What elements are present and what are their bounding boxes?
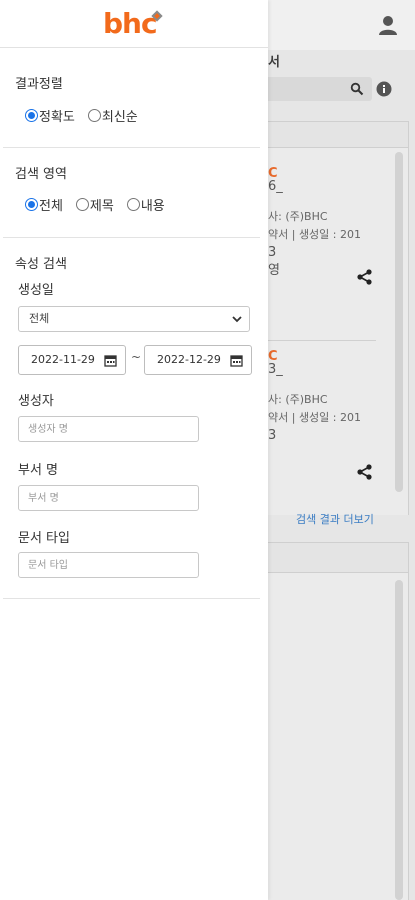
- calendar-icon[interactable]: [104, 354, 117, 367]
- results-panel-header: [268, 122, 408, 148]
- area-option-label: 제목: [89, 199, 114, 214]
- user-icon[interactable]: [377, 14, 399, 36]
- doctype-input[interactable]: [18, 552, 199, 578]
- sort-option-label: 최신순: [101, 110, 138, 125]
- result-card[interactable]: C 6_ 사: (주)BHC 약서 | 생성일 : 201 3 영: [268, 166, 378, 280]
- filter-drawer: bhc 결과정렬 정확도 최신순 검색 영역 전체 제목 내용 속성 검색 생성…: [0, 0, 268, 900]
- date-from-value: 2022-11-29: [31, 353, 95, 366]
- result-card[interactable]: C 3_ 사: (주)BHC 약서 | 생성일 : 201 3: [268, 349, 378, 445]
- date-to-field[interactable]: 2022-12-29: [144, 345, 252, 375]
- sort-option-label: 정확도: [39, 110, 75, 125]
- attr-section-title: 속성 검색: [15, 257, 67, 272]
- area-option-title[interactable]: 제목: [75, 195, 114, 214]
- radio-checked[interactable]: [25, 109, 38, 122]
- date-range-separator: ~: [131, 350, 142, 364]
- results-panel-2-header: [268, 543, 408, 573]
- area-option-all[interactable]: 전체: [25, 195, 63, 214]
- radio-unchecked[interactable]: [126, 198, 140, 211]
- result-company: 사: (주)BHC: [268, 393, 328, 406]
- creator-input[interactable]: [18, 416, 199, 442]
- sort-option-latest[interactable]: 최신순: [87, 106, 138, 125]
- result-extra: 3: [268, 428, 277, 443]
- doctype-label: 문서 타입: [18, 531, 70, 546]
- area-option-content[interactable]: 내용: [126, 195, 165, 214]
- sort-option-accuracy[interactable]: 정확도: [25, 106, 75, 125]
- result-divider: [268, 340, 376, 341]
- result-title: 3_: [268, 362, 283, 377]
- date-from-field[interactable]: 2022-11-29: [18, 345, 126, 375]
- area-section-title: 검색 영역: [15, 167, 67, 182]
- info-icon[interactable]: [376, 81, 392, 97]
- share-icon[interactable]: [356, 463, 374, 481]
- share-icon[interactable]: [356, 268, 374, 286]
- created-date-select[interactable]: 전체: [18, 306, 250, 332]
- radio-unchecked[interactable]: [75, 198, 89, 211]
- result-extra: 3: [268, 245, 277, 260]
- date-to-value: 2022-12-29: [157, 353, 221, 366]
- area-option-label: 전체: [39, 199, 63, 214]
- dept-label: 부서 명: [18, 463, 59, 478]
- radio-checked[interactable]: [25, 198, 38, 211]
- page-title: 서: [268, 55, 280, 70]
- area-radio-group: 전체 제목 내용: [25, 195, 170, 214]
- section-divider: [3, 147, 260, 148]
- sort-radio-group: 정확도 최신순: [25, 106, 143, 125]
- results-scrollbar[interactable]: [395, 152, 403, 492]
- radio-unchecked[interactable]: [87, 109, 101, 122]
- calendar-icon[interactable]: [230, 354, 243, 367]
- created-date-label: 생성일: [18, 283, 54, 298]
- created-date-select-value: 전체: [29, 312, 50, 325]
- result-title: 6_: [268, 179, 283, 194]
- section-divider: [3, 598, 260, 599]
- brand-logo[interactable]: bhc: [103, 7, 163, 40]
- result-brand: C: [268, 166, 278, 178]
- results-panel-2: [268, 542, 409, 900]
- logo-text: bhc: [103, 7, 158, 40]
- more-results-link[interactable]: 검색 결과 더보기: [296, 511, 374, 527]
- result-company: 사: (주)BHC: [268, 210, 328, 223]
- creator-label: 생성자: [18, 394, 54, 409]
- search-icon[interactable]: [350, 82, 364, 96]
- results-scrollbar-2[interactable]: [395, 580, 403, 900]
- dept-input[interactable]: [18, 485, 199, 511]
- section-divider: [3, 237, 260, 238]
- chevron-down-icon: [232, 316, 242, 323]
- result-meta: 약서 | 생성일 : 201: [268, 411, 361, 424]
- result-brand: C: [268, 349, 278, 361]
- area-option-label: 내용: [140, 199, 165, 214]
- result-meta: 약서 | 생성일 : 201: [268, 228, 361, 241]
- drawer-header: bhc: [0, 0, 268, 48]
- logo-diamond-icon: [151, 10, 163, 22]
- sort-section-title: 결과정렬: [15, 77, 63, 92]
